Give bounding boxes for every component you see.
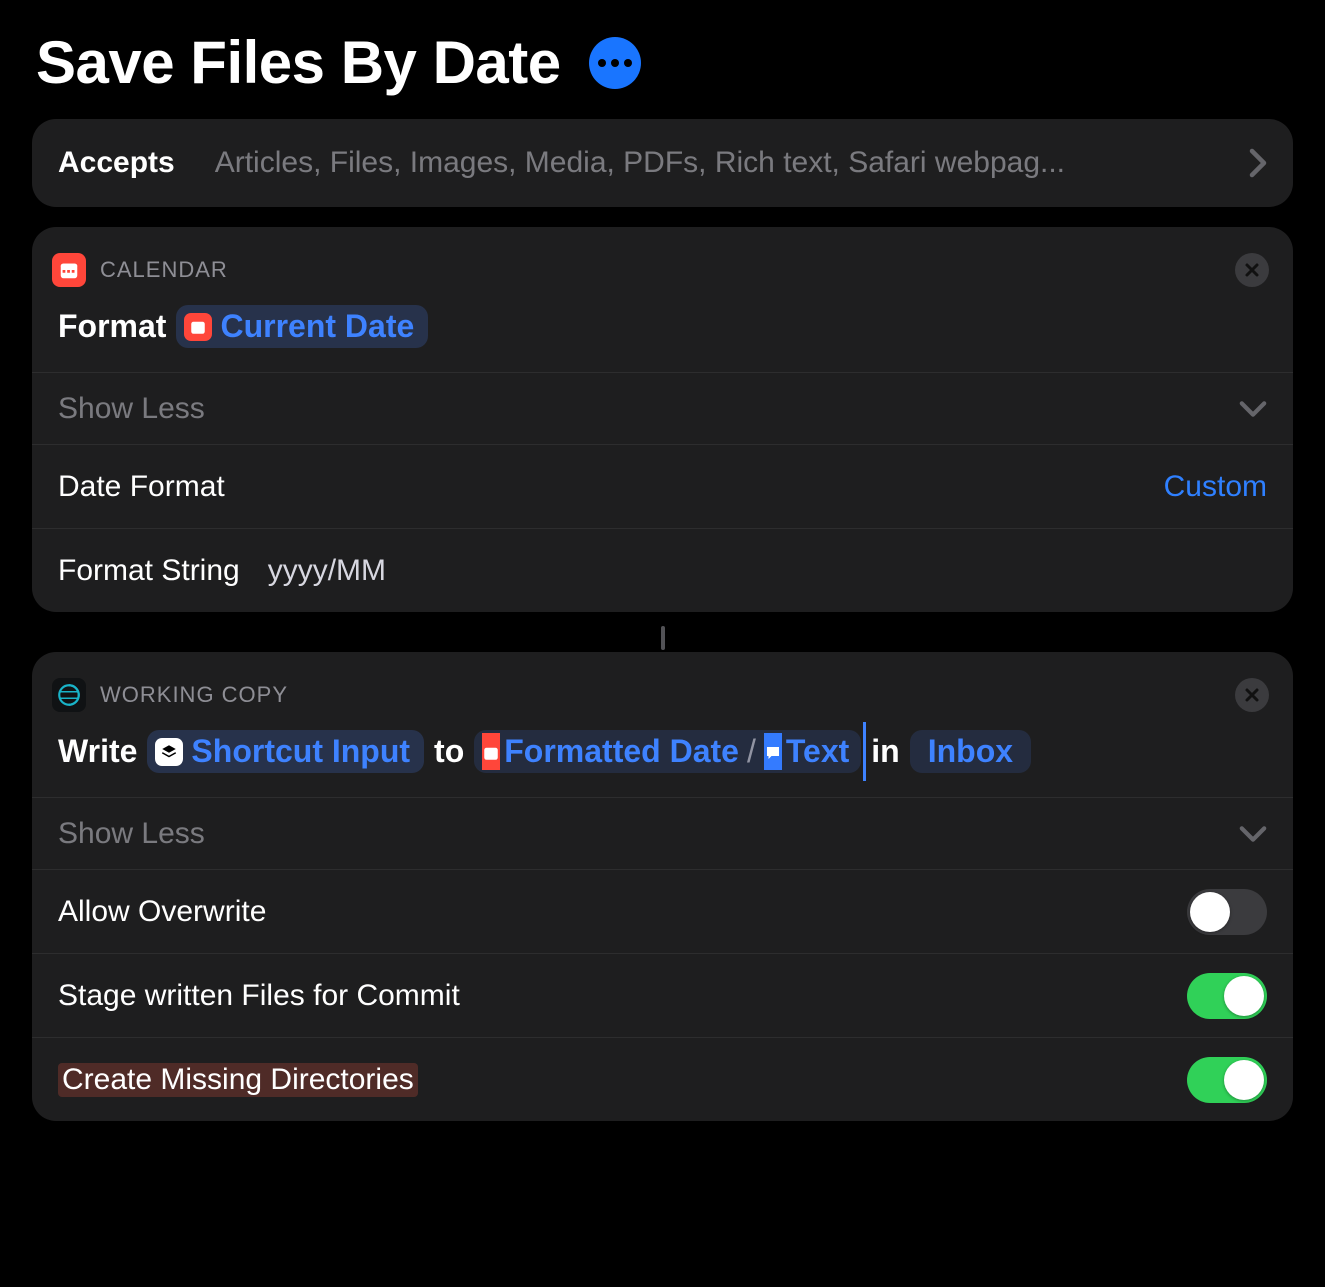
- calendar-icon: [482, 733, 500, 770]
- action-word: in: [871, 733, 899, 770]
- show-less-label: Show Less: [58, 392, 205, 426]
- show-less-label: Show Less: [58, 817, 205, 851]
- chevron-right-icon: [1249, 148, 1267, 178]
- action-summary: Write Shortcut Input to Formatted Date /…: [32, 722, 1293, 797]
- show-less-row[interactable]: Show Less: [32, 372, 1293, 444]
- show-less-row[interactable]: Show Less: [32, 797, 1293, 869]
- option-value[interactable]: Custom: [1164, 470, 1267, 504]
- toggle-stage-files[interactable]: [1187, 973, 1267, 1019]
- token-label: Current Date: [220, 308, 414, 345]
- more-button[interactable]: [589, 37, 641, 89]
- option-label: Create Missing Directories: [58, 1063, 418, 1097]
- page-title: Save Files By Date: [36, 28, 561, 97]
- ellipsis-icon: [624, 59, 632, 67]
- action-verb: Format: [58, 308, 166, 345]
- ellipsis-icon: [611, 59, 619, 67]
- option-allow-overwrite: Allow Overwrite: [32, 869, 1293, 953]
- text-icon: [764, 733, 782, 770]
- calendar-icon: [184, 313, 212, 341]
- text-cursor-icon: [863, 722, 866, 781]
- token-repo[interactable]: Inbox: [910, 730, 1031, 773]
- option-value[interactable]: yyyy/MM: [268, 554, 386, 588]
- action-word: to: [434, 733, 464, 770]
- option-format-string[interactable]: Format String yyyy/MM: [32, 528, 1293, 612]
- calendar-app-icon: [52, 253, 86, 287]
- action-app-name: CALENDAR: [100, 257, 228, 283]
- token-label: Inbox: [928, 733, 1013, 770]
- accepts-value: Articles, Files, Images, Media, PDFs, Ri…: [215, 146, 1249, 180]
- insertion-caret[interactable]: [32, 632, 1293, 652]
- toggle-allow-overwrite[interactable]: [1187, 889, 1267, 935]
- remove-action-button[interactable]: [1235, 253, 1269, 287]
- remove-action-button[interactable]: [1235, 678, 1269, 712]
- toggle-create-dirs[interactable]: [1187, 1057, 1267, 1103]
- path-separator: /: [743, 733, 760, 770]
- chevron-down-icon: [1239, 825, 1267, 843]
- option-label: Stage written Files for Commit: [58, 979, 460, 1013]
- layers-icon: [155, 738, 183, 766]
- token-shortcut-input[interactable]: Shortcut Input: [147, 730, 424, 773]
- action-card-working-copy: WORKING COPY Write Shortcut Input to For…: [32, 652, 1293, 1121]
- token-label: Text: [786, 733, 849, 770]
- action-card-calendar: CALENDAR Format Current Date Show Less: [32, 227, 1293, 612]
- action-summary: Format Current Date: [32, 297, 1293, 372]
- accepts-label: Accepts: [58, 146, 175, 180]
- ellipsis-icon: [598, 59, 606, 67]
- option-create-dirs: Create Missing Directories: [32, 1037, 1293, 1121]
- option-label: Allow Overwrite: [58, 895, 266, 929]
- working-copy-app-icon: [52, 678, 86, 712]
- token-label: Formatted Date: [504, 733, 739, 770]
- option-label: Format String: [58, 554, 240, 588]
- action-app-name: WORKING COPY: [100, 682, 288, 708]
- option-date-format[interactable]: Date Format Custom: [32, 444, 1293, 528]
- token-current-date[interactable]: Current Date: [176, 305, 428, 348]
- action-verb: Write: [58, 733, 137, 770]
- option-label: Date Format: [58, 470, 225, 504]
- option-stage-files: Stage written Files for Commit: [32, 953, 1293, 1037]
- token-label: Shortcut Input: [191, 733, 410, 770]
- accepts-card[interactable]: Accepts Articles, Files, Images, Media, …: [32, 119, 1293, 207]
- chevron-down-icon: [1239, 400, 1267, 418]
- token-path[interactable]: Formatted Date / Text: [474, 730, 861, 773]
